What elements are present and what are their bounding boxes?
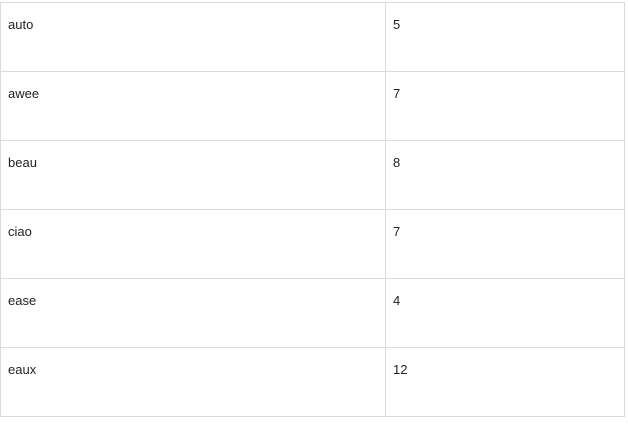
word-count-table: auto 5 awee 7 beau 8 ciao 7 ease 4 eaux … [0, 2, 625, 417]
count-cell: 4 [385, 278, 625, 348]
word-cell: beau [0, 140, 386, 210]
count-cell: 5 [385, 2, 625, 72]
table-row: eaux 12 [0, 347, 625, 417]
word-cell: ease [0, 278, 386, 348]
table-row: auto 5 [0, 2, 625, 72]
word-cell: ciao [0, 209, 386, 279]
table-row: ciao 7 [0, 209, 625, 279]
word-cell: auto [0, 2, 386, 72]
count-cell: 7 [385, 209, 625, 279]
table-row: beau 8 [0, 140, 625, 210]
count-cell: 7 [385, 71, 625, 141]
count-cell: 12 [385, 347, 625, 417]
table-row: awee 7 [0, 71, 625, 141]
word-cell: awee [0, 71, 386, 141]
count-cell: 8 [385, 140, 625, 210]
table-row: ease 4 [0, 278, 625, 348]
word-cell: eaux [0, 347, 386, 417]
